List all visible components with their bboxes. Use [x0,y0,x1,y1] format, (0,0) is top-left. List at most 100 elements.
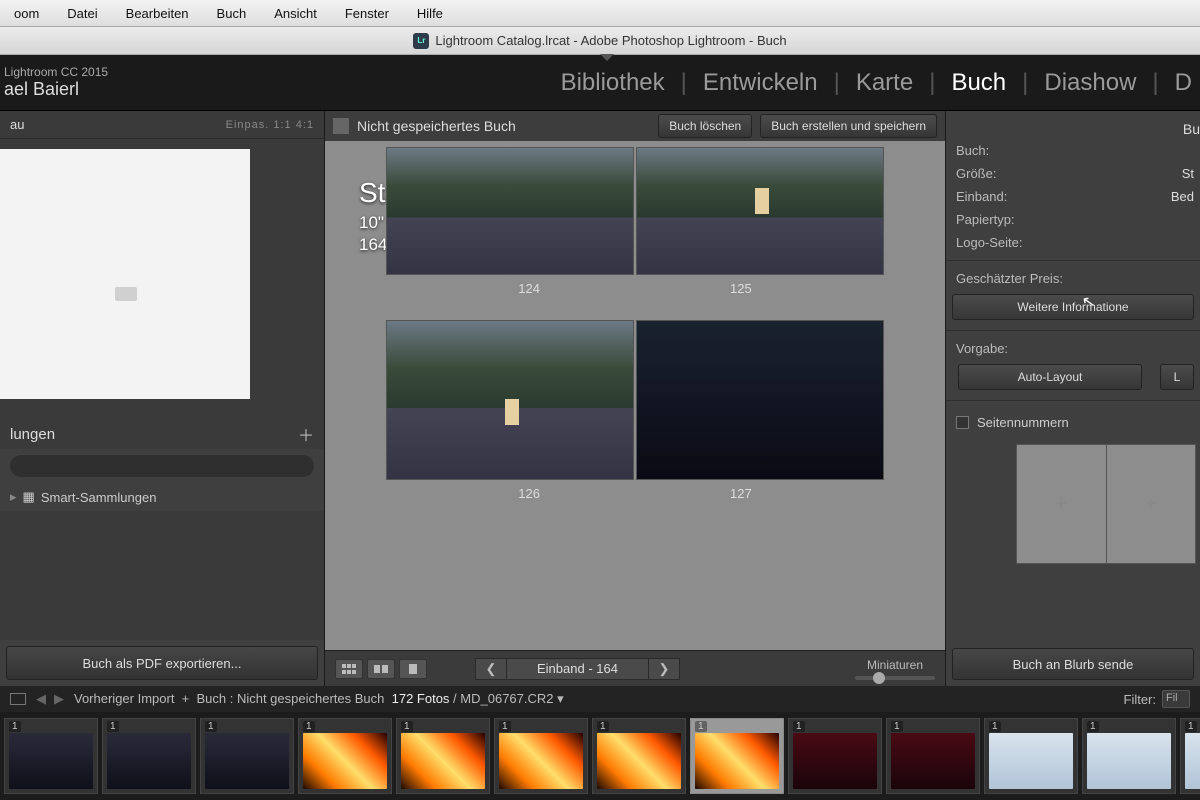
page-range-label[interactable]: Einband - 164 [507,658,648,680]
filmstrip-nav: ◀ ▶ [34,691,66,707]
panel-left: au Einpas. 1:1 4:1 lungen ＋ ▦ Smart-Samm… [0,111,324,686]
window-title: Lightroom Catalog.lrcat - Adobe Photosho… [435,33,786,48]
thumb-7[interactable]: 1 [592,718,686,794]
menu-help[interactable]: Hilfe [403,6,457,21]
menu-book[interactable]: Buch [203,6,261,21]
menu-file[interactable]: Datei [53,6,111,21]
menu-app[interactable]: oom [0,6,53,21]
row-cover[interactable]: Einband:Bed [946,185,1200,208]
identity-plate: Lightroom CC 2015 ael Baierl [0,65,108,100]
panel-collapse-icon[interactable] [600,54,614,61]
row-paper[interactable]: Papiertyp: [946,208,1200,231]
thumb-11[interactable]: 1 [984,718,1078,794]
thumb-9[interactable]: 1 [788,718,882,794]
add-page-right-icon[interactable]: + [1145,493,1157,516]
spread-126-127[interactable] [349,320,921,480]
clear-layout-button[interactable]: L [1160,364,1194,390]
thumb-6[interactable]: 1 [494,718,588,794]
workspace: au Einpas. 1:1 4:1 lungen ＋ ▦ Smart-Samm… [0,111,1200,686]
send-to-blurb-button[interactable]: Buch an Blurb sende [952,648,1194,680]
breadcrumb[interactable]: Vorheriger Import + Buch : Nicht gespeic… [74,691,564,707]
thumb-4[interactable]: 1 [298,718,392,794]
page-number-125: 125 [730,281,752,296]
view-mode-toggle [335,659,427,679]
preview-thumbnail[interactable] [0,149,250,399]
preview-panel-head[interactable]: au Einpas. 1:1 4:1 [0,111,324,139]
next-page-button[interactable]: ❯ [648,658,680,680]
identity-line1: Lightroom CC 2015 [4,65,108,79]
thumb-13[interactable]: 1 [1180,718,1200,794]
page-125[interactable] [636,147,884,275]
book-settings-head[interactable]: Bu [946,111,1200,139]
spread-124-125[interactable] [349,147,921,275]
filmstrip[interactable]: 1 1 1 1 1 1 1 1 1 1 1 1 1 [0,712,1200,800]
preview-area [0,139,324,419]
thumb-8[interactable]: 1 [690,718,784,794]
prev-page-button[interactable]: ❮ [475,658,507,680]
panel-center: Nicht gespeichertes Buch Buch löschen Bu… [324,111,946,686]
add-page-left-icon[interactable]: + [1055,493,1067,516]
page-number-126: 126 [518,486,540,501]
menu-window[interactable]: Fenster [331,6,403,21]
page-number-124: 124 [518,281,540,296]
delete-book-button[interactable]: Buch löschen [658,114,752,138]
menu-edit[interactable]: Bearbeiten [112,6,203,21]
module-print[interactable]: D [1167,69,1200,97]
collections-filter-input[interactable] [10,455,314,477]
margin-preview[interactable]: + + [1016,444,1196,564]
collections-head[interactable]: lungen ＋ [0,419,324,449]
row-size[interactable]: Größe:St [946,162,1200,185]
zoom-ratios[interactable]: Einpas. 1:1 4:1 [226,119,314,131]
smart-collections-label: Smart-Sammlungen [41,490,157,505]
book-header: Nicht gespeichertes Buch Buch löschen Bu… [325,111,945,141]
thumb-1[interactable]: 1 [4,718,98,794]
thumbnail-size-control[interactable]: Miniaturen [855,658,935,680]
menu-view[interactable]: Ansicht [260,6,331,21]
export-pdf-button[interactable]: Buch als PDF exportieren... [6,646,318,680]
spread-view-icon[interactable] [367,659,395,679]
save-book-button[interactable]: Buch erstellen und speichern [760,114,937,138]
page-124[interactable] [386,147,634,275]
module-map[interactable]: Karte [848,69,921,97]
module-book[interactable]: Buch [943,69,1014,97]
page-numbers-row[interactable]: Seitennummern [946,407,1200,438]
page-numbers-checkbox[interactable] [956,416,969,429]
thumb-2[interactable]: 1 [102,718,196,794]
secondary-display-icon[interactable] [10,693,26,705]
auto-layout-button[interactable]: Auto-Layout [958,364,1142,390]
os-menubar[interactable]: oom Datei Bearbeiten Buch Ansicht Fenste… [0,0,1200,27]
module-slideshow[interactable]: Diashow [1036,69,1144,97]
folder-icon: ▦ [23,489,35,505]
smart-collections-item[interactable]: ▦ Smart-Sammlungen [0,483,324,511]
thumbnail-label: Miniaturen [855,658,935,672]
collections-title: lungen [10,426,55,443]
multi-page-view-icon[interactable] [335,659,363,679]
module-bar: Lightroom CC 2015 ael Baierl Bibliothek|… [0,55,1200,111]
nav-back-icon[interactable]: ◀ [34,691,48,707]
module-develop[interactable]: Entwickeln [695,69,826,97]
row-book[interactable]: Buch: [946,139,1200,162]
page-127[interactable] [636,320,884,480]
filter-dropdown[interactable]: Fil [1162,690,1190,708]
thumb-3[interactable]: 1 [200,718,294,794]
row-preset[interactable]: Vorgabe: [946,337,1200,360]
book-pages-area[interactable]: Standardquerformat 10" x 8" (25 x 20 cm)… [325,141,945,650]
thumb-12[interactable]: 1 [1082,718,1176,794]
grid-view-icon[interactable] [333,118,349,134]
more-info-button[interactable]: Weitere Informatione [952,294,1194,320]
thumbnail-slider[interactable] [855,676,935,680]
row-price: Geschätzter Preis: [946,267,1200,290]
page-nav: ❮ Einband - 164 ❯ [475,658,680,680]
nav-fwd-icon[interactable]: ▶ [52,691,66,707]
single-page-view-icon[interactable] [399,659,427,679]
row-logo[interactable]: Logo-Seite: [946,231,1200,254]
module-tabs: Bibliothek| Entwickeln| Karte| Buch| Dia… [553,69,1200,97]
module-library[interactable]: Bibliothek [553,69,673,97]
center-toolbar: ❮ Einband - 164 ❯ Miniaturen [325,650,945,686]
thumb-10[interactable]: 1 [886,718,980,794]
thumb-5[interactable]: 1 [396,718,490,794]
page-126[interactable] [386,320,634,480]
preview-title: au [10,117,24,132]
add-collection-icon[interactable]: ＋ [298,422,314,446]
page-numbers-label: Seitennummern [977,415,1069,430]
